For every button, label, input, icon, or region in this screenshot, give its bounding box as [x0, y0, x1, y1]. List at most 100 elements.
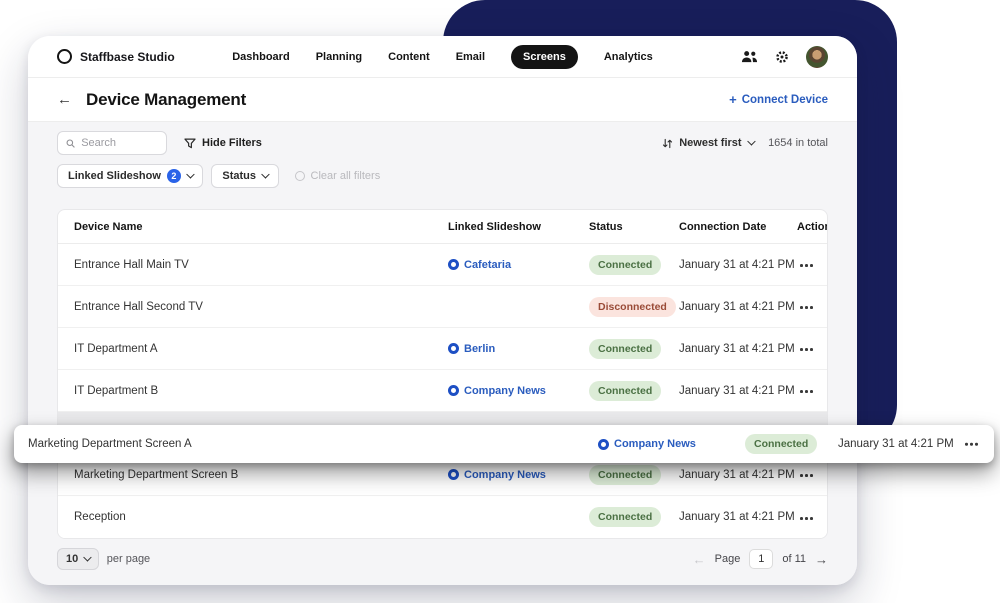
status-badge: Connected [589, 464, 662, 485]
table-body: Entrance Hall Main TV Cafetaria Connecte… [58, 244, 827, 538]
staffbase-logo-icon [57, 49, 72, 64]
device-name: Entrance Hall Second TV [74, 300, 203, 313]
status-badge: Disconnected [589, 296, 676, 317]
clear-filters-label: Clear all filters [310, 170, 381, 182]
status-badge: Connected [589, 380, 662, 401]
row-actions-button[interactable] [798, 513, 815, 524]
top-nav: Staffbase Studio Dashboard Planning Cont… [28, 36, 857, 78]
filter-linked-slideshow[interactable]: Linked Slideshow 2 [57, 164, 204, 188]
slideshow-link[interactable]: Cafetaria [448, 259, 589, 271]
nav-icons [658, 45, 828, 68]
device-name: Entrance Hall Main TV [74, 258, 189, 271]
device-name: Marketing Department Screen A [28, 438, 192, 450]
chevron-down-icon [747, 137, 755, 146]
device-name: IT Department B [74, 384, 159, 397]
filter-linked-slideshow-label: Linked Slideshow [68, 170, 161, 182]
table-row[interactable]: Reception Connected January 31 at 4:21 P… [58, 496, 827, 538]
status-badge: Connected [589, 507, 662, 527]
nav-item-analytics[interactable]: Analytics [604, 51, 653, 63]
status-badge: Connected [589, 338, 662, 359]
table-row[interactable]: Entrance Hall Main TV Cafetaria Connecte… [58, 244, 827, 286]
slideshow-label: Cafetaria [464, 258, 512, 271]
table-row[interactable]: IT Department A Berlin Connected January… [58, 328, 827, 370]
device-name: Marketing Department Screen B [74, 468, 239, 481]
nav-item-email[interactable]: Email [456, 51, 485, 63]
total-count: 1654 in total [768, 137, 828, 149]
devices-table: Device Name Linked Slideshow Status Conn… [57, 209, 828, 539]
col-actions: Actions [797, 220, 827, 233]
slideshow-icon [448, 385, 459, 396]
title-row: ← Device Management + Connect Device [28, 78, 857, 122]
plus-icon: + [729, 92, 737, 107]
main-nav: Dashboard Planning Content Email Screens… [227, 44, 658, 69]
users-icon[interactable] [741, 50, 758, 63]
connection-date: January 31 at 4:21 PM [679, 300, 795, 313]
gear-icon[interactable] [775, 50, 789, 64]
slideshow-label: Company News [464, 384, 546, 397]
per-page-label: per page [106, 553, 151, 565]
row-actions-button[interactable] [798, 470, 815, 481]
table-row[interactable]: Entrance Hall Second TV Disconnected Jan… [58, 286, 827, 328]
prev-page-button[interactable]: ← [693, 552, 706, 567]
toolbar: Hide Filters Newest first 1654 in total [57, 130, 828, 156]
avatar[interactable] [806, 45, 828, 68]
connect-device-label: Connect Device [741, 93, 828, 106]
status-badge: Connected [745, 434, 818, 454]
connect-device-button[interactable]: + Connect Device [729, 92, 828, 107]
col-device-name: Device Name [74, 220, 143, 233]
device-name: IT Department A [74, 342, 158, 355]
back-button[interactable]: ← [57, 91, 72, 108]
sort-icon [663, 138, 673, 148]
page-controls: ← Page 1 of 11 → [693, 549, 828, 569]
search-input[interactable] [81, 137, 158, 149]
clear-filters-icon [294, 171, 305, 181]
per-page-select[interactable]: 10 [57, 548, 99, 570]
slideshow-label: Company News [464, 468, 546, 481]
sort-label: Newest first [679, 137, 742, 149]
status-badge: Connected [589, 254, 662, 275]
connection-date: January 31 at 4:21 PM [838, 438, 954, 450]
pagination: 10 per page ← Page 1 of 11 → [57, 546, 828, 572]
slideshow-icon [598, 438, 609, 450]
search-input-wrap [57, 131, 167, 155]
hide-filters-label: Hide Filters [202, 137, 262, 149]
brand-name: Staffbase Studio [80, 49, 175, 64]
nav-item-screens[interactable]: Screens [511, 44, 578, 69]
app-window: Staffbase Studio Dashboard Planning Cont… [28, 36, 857, 585]
slideshow-link[interactable]: Berlin [448, 343, 589, 355]
page-number-input[interactable]: 1 [749, 549, 774, 569]
page: Staffbase Studio Dashboard Planning Cont… [0, 0, 1000, 603]
filter-count-badge: 2 [166, 169, 181, 183]
connection-date: January 31 at 4:21 PM [679, 258, 795, 271]
nav-item-dashboard[interactable]: Dashboard [232, 51, 289, 63]
slideshow-label: Company News [614, 438, 696, 450]
slideshow-icon [448, 469, 459, 480]
row-actions-button[interactable] [798, 344, 815, 355]
slideshow-link[interactable]: Company News [598, 438, 696, 450]
filter-chips: Linked Slideshow 2 Status Clear all filt… [57, 164, 828, 188]
connection-date: January 31 at 4:21 PM [679, 342, 795, 355]
row-actions-button[interactable] [798, 386, 815, 397]
chevron-down-icon [186, 170, 195, 179]
connection-date: January 31 at 4:21 PM [679, 511, 795, 523]
chevron-down-icon [83, 553, 92, 562]
col-status: Status [589, 220, 623, 233]
nav-item-planning[interactable]: Planning [316, 51, 362, 63]
slideshow-link[interactable]: Company News [448, 469, 589, 481]
search-icon [66, 138, 75, 148]
table-row[interactable]: IT Department B Company News Connected J… [58, 370, 827, 412]
dragged-row[interactable]: Marketing Department Screen A Company Ne… [14, 425, 994, 463]
filter-status[interactable]: Status [211, 164, 279, 188]
nav-item-content[interactable]: Content [388, 51, 430, 63]
connection-date: January 31 at 4:21 PM [679, 384, 795, 397]
next-page-button[interactable]: → [815, 552, 828, 567]
hide-filters-button[interactable]: Hide Filters [184, 137, 262, 149]
sort-button[interactable]: Newest first [662, 137, 755, 149]
row-actions-button[interactable] [798, 260, 815, 271]
slideshow-icon [448, 343, 459, 354]
row-actions-button[interactable] [798, 302, 815, 313]
slideshow-link[interactable]: Company News [448, 385, 589, 397]
clear-filters-button[interactable]: Clear all filters [294, 170, 381, 182]
row-actions-button[interactable] [963, 439, 980, 450]
chevron-down-icon [261, 170, 270, 179]
